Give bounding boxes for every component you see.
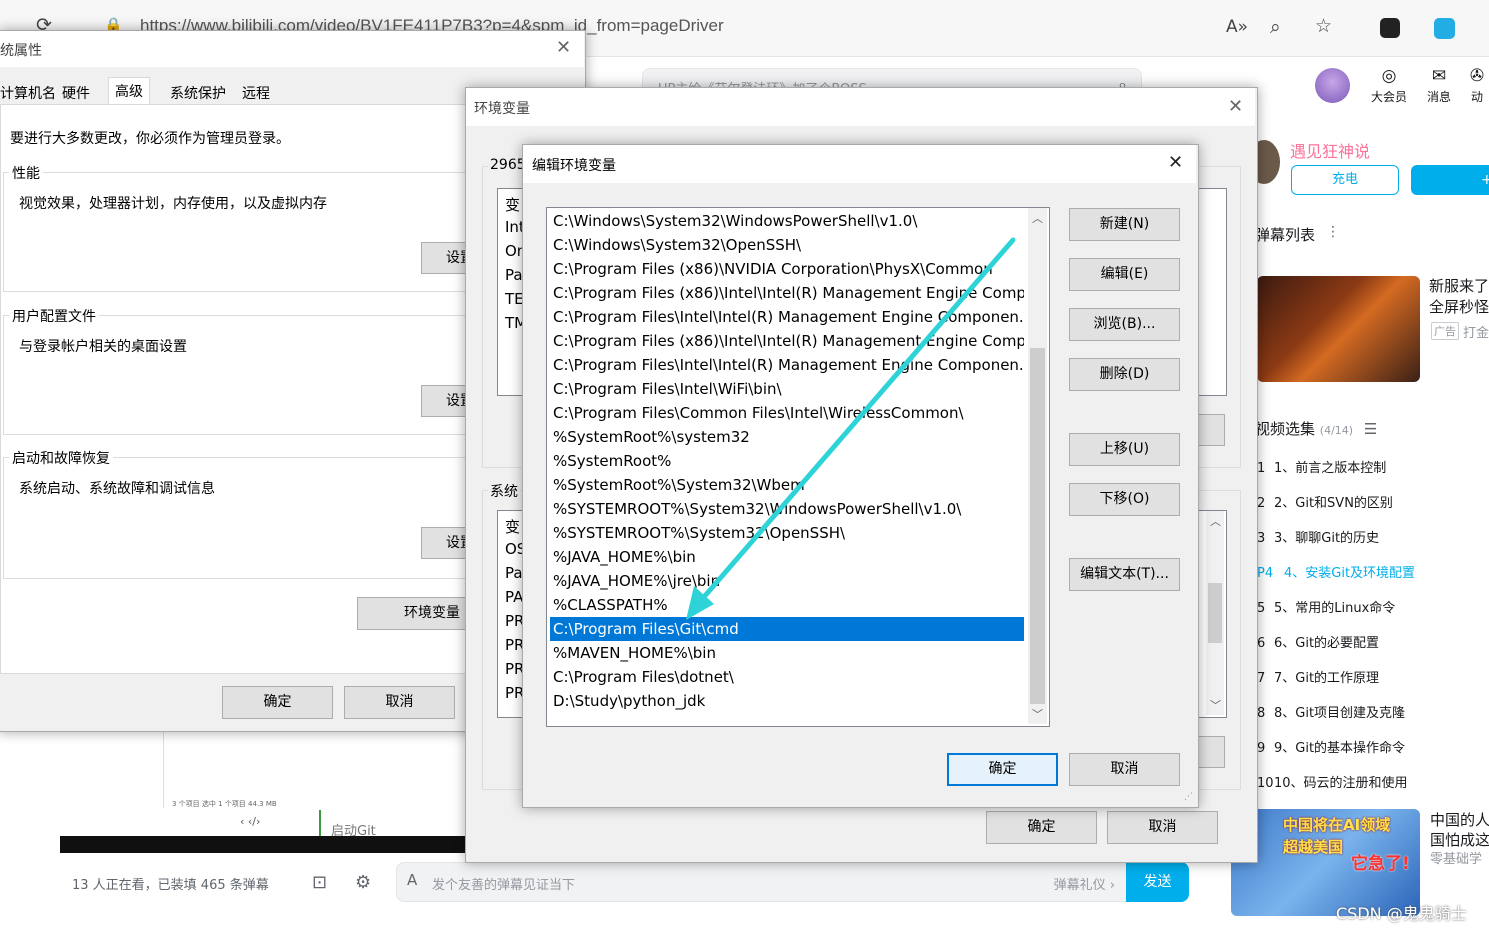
arrow-shaft	[694, 237, 1016, 608]
annotation-arrow	[686, 237, 1016, 620]
